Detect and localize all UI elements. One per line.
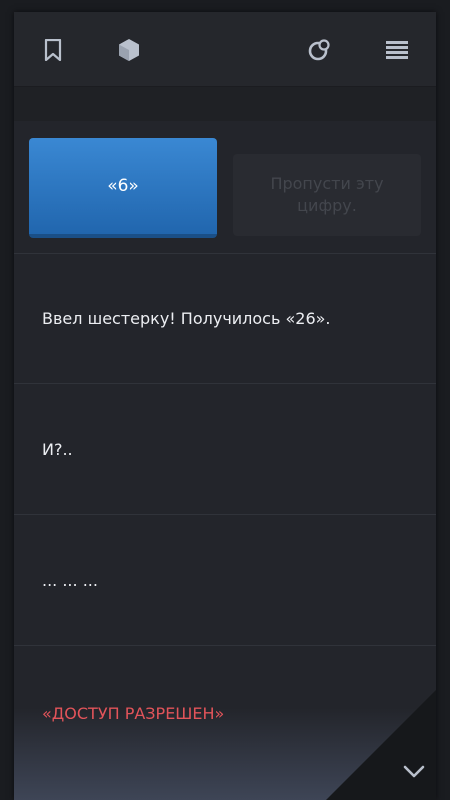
achievement-icon[interactable] (306, 37, 332, 63)
chevron-down-icon[interactable] (402, 760, 426, 784)
message-ellipsis: ... ... ... (14, 516, 436, 646)
game-panel: «6» Пропусти эту цифру. Ввел шестерку! П… (14, 12, 436, 800)
message-and: И?.. (14, 385, 436, 515)
cube-icon[interactable] (116, 37, 142, 63)
skip-digit-button: Пропусти эту цифру. (233, 154, 421, 236)
message-entered-six: Ввел шестерку! Получилось «26». (14, 254, 436, 384)
sub-header-bar (14, 87, 436, 121)
menu-icon[interactable] (384, 37, 410, 63)
choice-area: «6» Пропусти эту цифру. (14, 121, 436, 254)
choice-six-button[interactable]: «6» (29, 138, 217, 238)
top-toolbar (14, 12, 436, 87)
bookmark-icon[interactable] (40, 37, 66, 63)
